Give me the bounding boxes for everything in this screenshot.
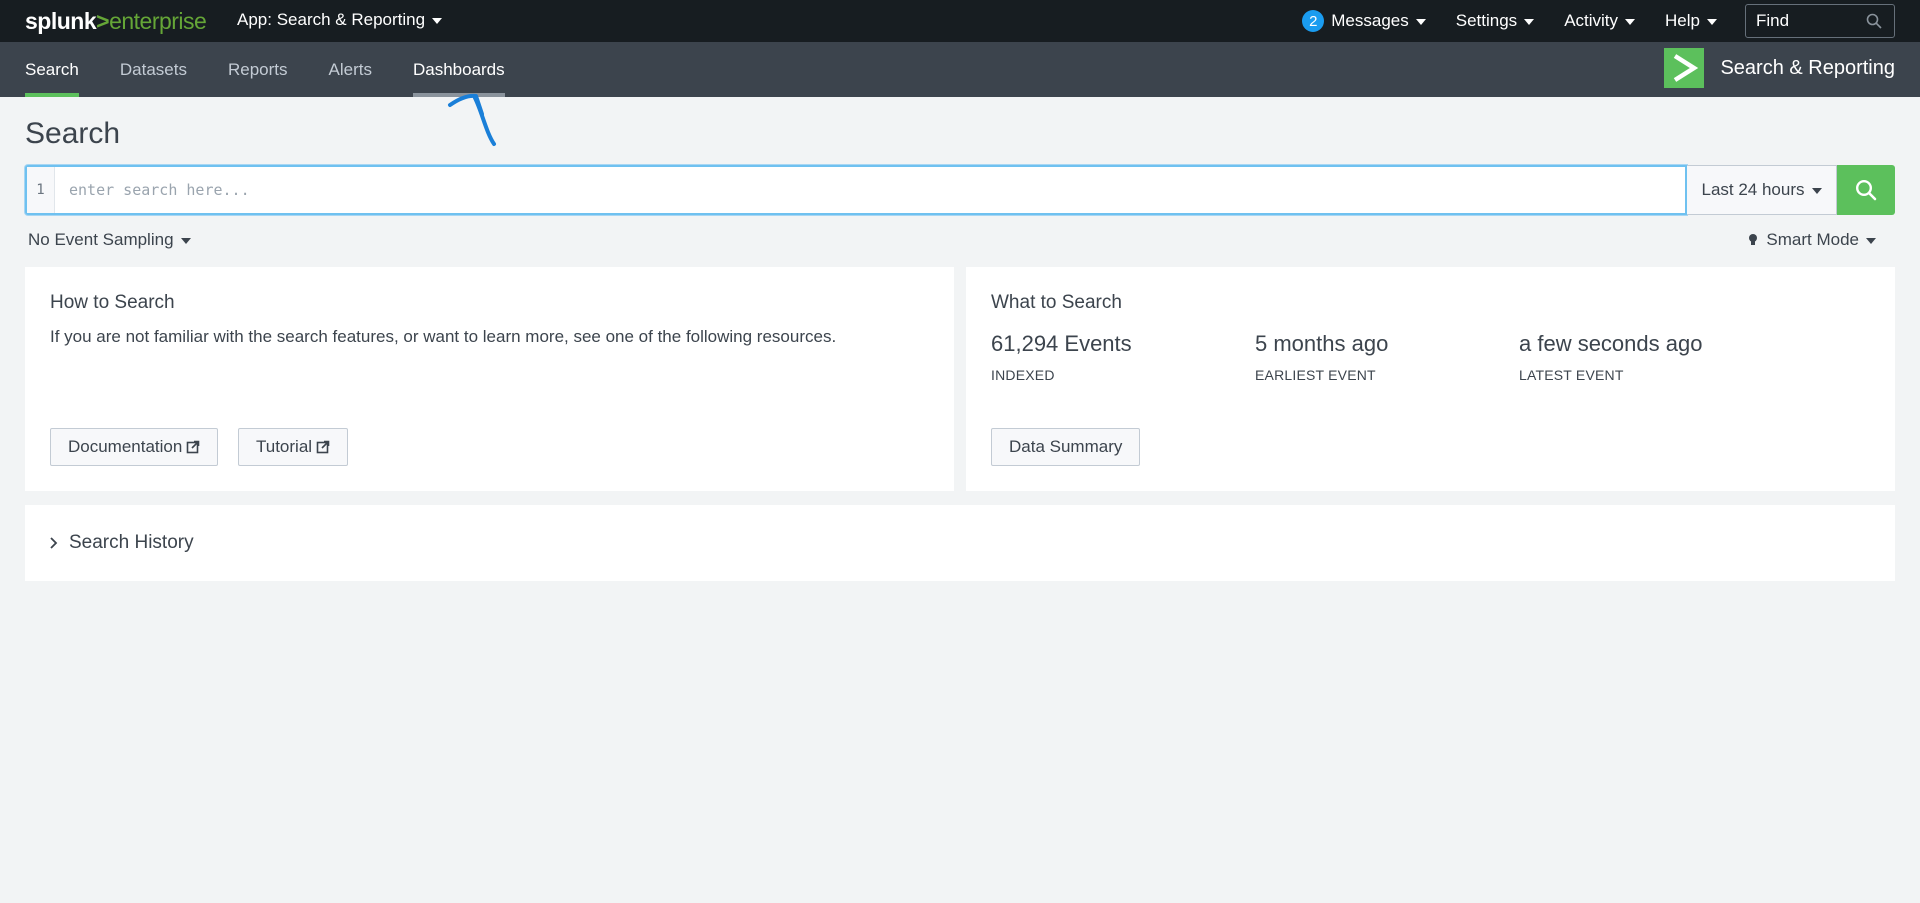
data-summary-button[interactable]: Data Summary <box>991 428 1141 466</box>
stat-latest-event: a few seconds ago LATEST EVENT <box>1519 331 1702 383</box>
caret-down-icon <box>1625 19 1636 25</box>
settings-menu[interactable]: Settings <box>1455 11 1535 31</box>
how-to-search-panel: How to Search If you are not familiar wi… <box>25 267 954 491</box>
documentation-label: Documentation <box>68 437 183 456</box>
activity-menu[interactable]: Activity <box>1564 11 1636 31</box>
search-history-toggle[interactable]: Search History <box>25 505 1895 581</box>
caret-down-icon <box>1811 188 1822 194</box>
what-to-search-title: What to Search <box>991 292 1122 313</box>
tutorial-label: Tutorial <box>256 437 313 456</box>
logo-splunk-text: splunk <box>25 8 97 34</box>
settings-label: Settings <box>1455 11 1518 30</box>
app-menu-label: App: Search & Reporting <box>237 10 426 29</box>
tutorial-button[interactable]: Tutorial <box>238 428 349 466</box>
chevron-right-icon <box>49 536 59 550</box>
time-range-label: Last 24 hours <box>1701 180 1805 199</box>
app-title: Search & Reporting <box>1720 56 1895 79</box>
search-history-title: Search History <box>69 532 194 553</box>
splunk-enterprise-logo[interactable]: splunk>enterprise <box>25 8 207 35</box>
documentation-button[interactable]: Documentation <box>50 428 219 466</box>
caret-down-icon <box>1866 238 1876 244</box>
how-to-search-description: If you are not familiar with the search … <box>50 327 837 346</box>
help-label: Help <box>1665 11 1700 30</box>
nav-reports[interactable]: Reports <box>228 42 288 97</box>
nav-datasets[interactable]: Datasets <box>120 42 187 97</box>
find-input[interactable] <box>1756 11 1866 31</box>
stat-value: 61,294 Events <box>991 331 1132 356</box>
search-editor: 1 <box>25 165 1687 215</box>
messages-label: Messages <box>1331 11 1409 30</box>
time-range-picker[interactable]: Last 24 hours <box>1687 165 1837 215</box>
caret-down-icon <box>1524 19 1535 25</box>
help-menu[interactable]: Help <box>1665 11 1717 31</box>
nav-search[interactable]: Search <box>25 42 79 97</box>
search-bar: 1 Last 24 hours <box>25 165 1895 215</box>
external-link-icon <box>186 440 200 454</box>
system-bar: splunk>enterprise App: Search & Reportin… <box>0 0 1920 42</box>
lightbulb-icon <box>1749 234 1758 245</box>
stat-indexed: 61,294 Events INDEXED <box>991 331 1132 383</box>
app-brand[interactable]: Search & Reporting <box>1664 48 1895 88</box>
caret-down-icon <box>1415 19 1426 25</box>
page-title: Search <box>25 117 121 150</box>
what-to-search-panel: What to Search 61,294 Events INDEXED 5 m… <box>966 267 1895 491</box>
logo-enterprise-text: enterprise <box>109 8 207 34</box>
app-bar: Search Datasets Reports Alerts Dashboard… <box>0 42 1920 97</box>
search-mode-dropdown[interactable]: Smart Mode <box>1748 230 1876 250</box>
search-icon[interactable] <box>1866 13 1882 29</box>
search-reporting-app-icon <box>1664 48 1705 88</box>
event-sampling-label: No Event Sampling <box>28 230 174 249</box>
external-link-icon <box>316 440 330 454</box>
line-number: 1 <box>27 167 55 213</box>
caret-down-icon <box>1707 19 1717 25</box>
search-button[interactable] <box>1837 165 1895 215</box>
activity-label: Activity <box>1564 11 1619 30</box>
system-menu: 2 Messages Settings Activity Help <box>1302 0 1920 42</box>
stat-label: LATEST EVENT <box>1519 367 1624 383</box>
how-to-search-title: How to Search <box>50 292 175 313</box>
stat-label: INDEXED <box>991 367 1055 383</box>
stat-earliest-event: 5 months ago EARLIEST EVENT <box>1255 331 1388 383</box>
event-sampling-dropdown[interactable]: No Event Sampling <box>28 230 191 250</box>
stat-value: a few seconds ago <box>1519 331 1703 356</box>
messages-menu[interactable]: 2 Messages <box>1302 10 1426 32</box>
caret-down-icon <box>432 18 443 24</box>
search-mode-label: Smart Mode <box>1766 230 1859 249</box>
find-box <box>1745 4 1895 38</box>
search-input[interactable] <box>55 167 1685 213</box>
data-summary-label: Data Summary <box>1009 437 1123 456</box>
app-menu[interactable]: App: Search & Reporting <box>237 10 443 30</box>
search-icon <box>1855 179 1877 201</box>
annotation-arrow-icon <box>448 93 496 146</box>
caret-down-icon <box>180 238 191 244</box>
stat-label: EARLIEST EVENT <box>1255 367 1376 383</box>
logo-chevron: > <box>96 8 110 34</box>
stat-value: 5 months ago <box>1255 331 1389 356</box>
nav-alerts[interactable]: Alerts <box>329 42 372 97</box>
messages-count-badge: 2 <box>1302 10 1325 32</box>
